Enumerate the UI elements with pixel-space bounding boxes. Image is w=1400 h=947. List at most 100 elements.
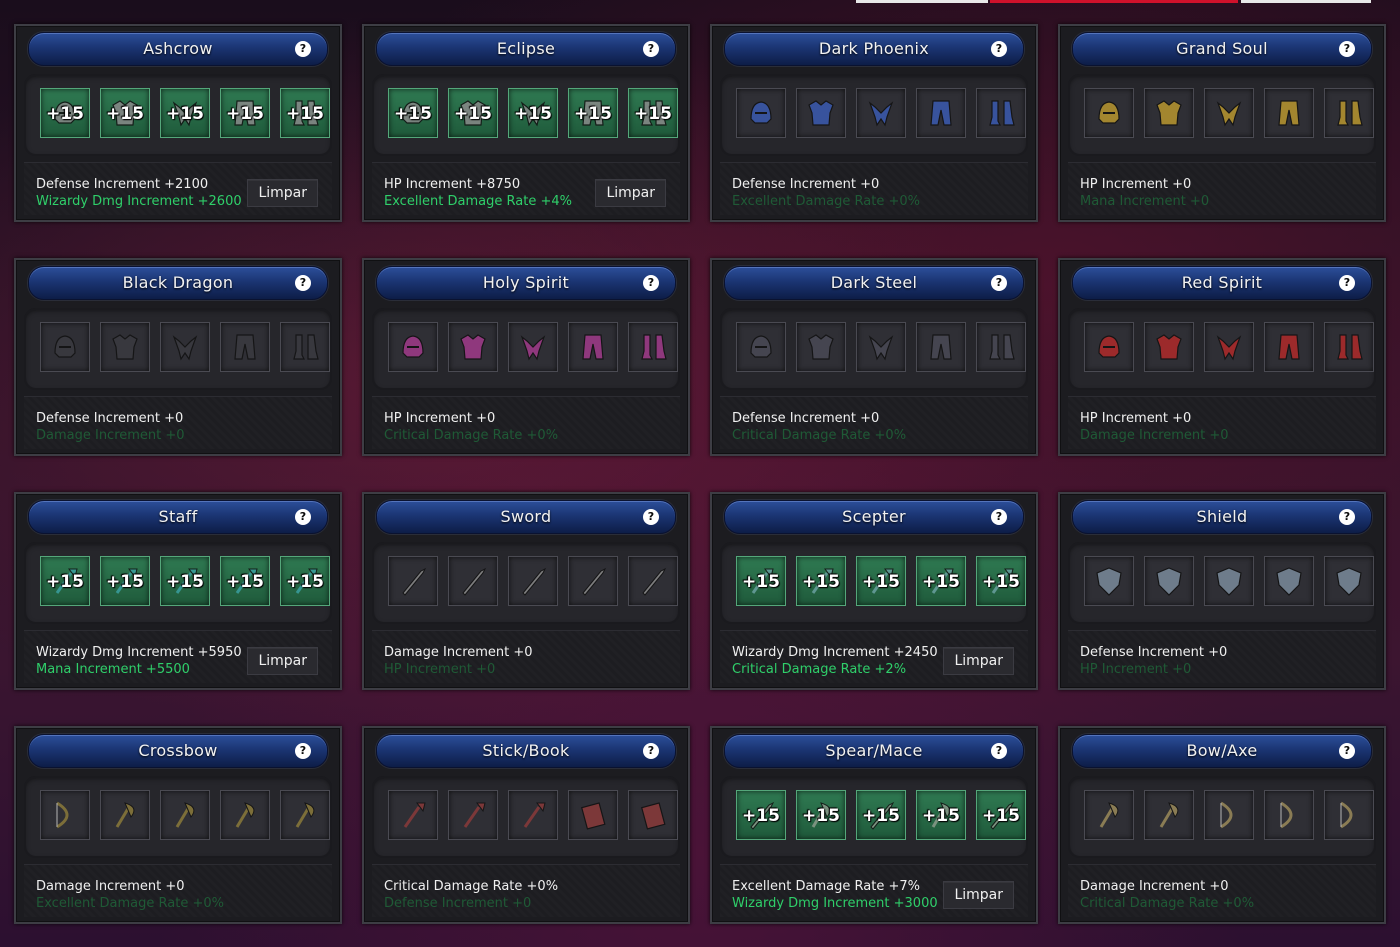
- item-slot[interactable]: [1264, 556, 1314, 606]
- help-icon[interactable]: ?: [295, 509, 311, 525]
- item-slot[interactable]: [1324, 556, 1374, 606]
- item-slot[interactable]: [448, 556, 498, 606]
- help-icon[interactable]: ?: [991, 275, 1007, 291]
- top-tab-right[interactable]: [1241, 0, 1371, 3]
- item-slot[interactable]: [1204, 322, 1254, 372]
- limpar-button[interactable]: Limpar: [943, 647, 1014, 675]
- item-slot[interactable]: +15: [40, 88, 90, 138]
- item-slot[interactable]: +15: [40, 556, 90, 606]
- item-slot[interactable]: +15: [976, 556, 1026, 606]
- help-icon[interactable]: ?: [991, 743, 1007, 759]
- item-slot[interactable]: +15: [220, 556, 270, 606]
- item-slot[interactable]: [1324, 790, 1374, 840]
- item-slot[interactable]: +15: [856, 790, 906, 840]
- top-tab-left[interactable]: [856, 0, 988, 3]
- item-slot[interactable]: [448, 790, 498, 840]
- item-slot[interactable]: [40, 790, 90, 840]
- help-icon[interactable]: ?: [1339, 743, 1355, 759]
- item-slot[interactable]: [1264, 790, 1314, 840]
- item-slot[interactable]: +15: [280, 556, 330, 606]
- limpar-button[interactable]: Limpar: [943, 881, 1014, 909]
- help-icon[interactable]: ?: [991, 509, 1007, 525]
- item-slot[interactable]: [736, 88, 786, 138]
- item-slot[interactable]: [388, 556, 438, 606]
- help-icon[interactable]: ?: [643, 275, 659, 291]
- item-slot[interactable]: [40, 322, 90, 372]
- help-icon[interactable]: ?: [643, 41, 659, 57]
- help-icon[interactable]: ?: [643, 509, 659, 525]
- item-slot[interactable]: [1324, 88, 1374, 138]
- limpar-button[interactable]: Limpar: [595, 179, 666, 207]
- item-slot[interactable]: +15: [916, 556, 966, 606]
- item-slot[interactable]: [160, 322, 210, 372]
- item-slot[interactable]: [856, 322, 906, 372]
- item-slot[interactable]: +15: [280, 88, 330, 138]
- help-icon[interactable]: ?: [295, 743, 311, 759]
- item-slot[interactable]: [916, 322, 966, 372]
- item-slot[interactable]: [100, 790, 150, 840]
- item-slot[interactable]: [1084, 556, 1134, 606]
- item-slot[interactable]: +15: [160, 88, 210, 138]
- item-slot[interactable]: [628, 322, 678, 372]
- item-slot[interactable]: [160, 790, 210, 840]
- limpar-button[interactable]: Limpar: [247, 647, 318, 675]
- item-slot[interactable]: [1264, 88, 1314, 138]
- limpar-button[interactable]: Limpar: [247, 179, 318, 207]
- item-slot[interactable]: [856, 88, 906, 138]
- item-slot[interactable]: [388, 322, 438, 372]
- item-slot[interactable]: +15: [448, 88, 498, 138]
- item-slot[interactable]: +15: [100, 556, 150, 606]
- item-slot[interactable]: [448, 322, 498, 372]
- item-slot[interactable]: [1324, 322, 1374, 372]
- item-slot[interactable]: [508, 322, 558, 372]
- item-slot[interactable]: [1204, 790, 1254, 840]
- item-slot[interactable]: [508, 556, 558, 606]
- item-slot[interactable]: +15: [736, 790, 786, 840]
- item-slot[interactable]: [628, 556, 678, 606]
- item-slot[interactable]: [916, 88, 966, 138]
- item-slot[interactable]: +15: [796, 556, 846, 606]
- item-slot[interactable]: [1204, 556, 1254, 606]
- item-slot[interactable]: +15: [160, 556, 210, 606]
- item-slot[interactable]: [1144, 88, 1194, 138]
- item-slot[interactable]: [976, 322, 1026, 372]
- item-slot[interactable]: [1264, 322, 1314, 372]
- item-slot[interactable]: [796, 322, 846, 372]
- item-slot[interactable]: +15: [388, 88, 438, 138]
- item-slot[interactable]: [220, 322, 270, 372]
- help-icon[interactable]: ?: [295, 41, 311, 57]
- item-slot[interactable]: +15: [796, 790, 846, 840]
- item-slot[interactable]: [568, 322, 618, 372]
- item-slot[interactable]: [1084, 322, 1134, 372]
- item-slot[interactable]: [1084, 88, 1134, 138]
- item-slot[interactable]: +15: [100, 88, 150, 138]
- help-icon[interactable]: ?: [643, 743, 659, 759]
- item-slot[interactable]: [280, 322, 330, 372]
- item-slot[interactable]: +15: [916, 790, 966, 840]
- top-tab-active[interactable]: [990, 0, 1238, 3]
- item-slot[interactable]: [796, 88, 846, 138]
- item-slot[interactable]: [1144, 790, 1194, 840]
- help-icon[interactable]: ?: [1339, 275, 1355, 291]
- item-slot[interactable]: [1144, 556, 1194, 606]
- item-slot[interactable]: [388, 790, 438, 840]
- help-icon[interactable]: ?: [1339, 509, 1355, 525]
- item-slot[interactable]: +15: [628, 88, 678, 138]
- item-slot[interactable]: [568, 790, 618, 840]
- help-icon[interactable]: ?: [991, 41, 1007, 57]
- item-slot[interactable]: [736, 322, 786, 372]
- item-slot[interactable]: +15: [856, 556, 906, 606]
- item-slot[interactable]: [1144, 322, 1194, 372]
- item-slot[interactable]: +15: [976, 790, 1026, 840]
- item-slot[interactable]: +15: [220, 88, 270, 138]
- item-slot[interactable]: +15: [736, 556, 786, 606]
- item-slot[interactable]: [508, 790, 558, 840]
- help-icon[interactable]: ?: [295, 275, 311, 291]
- item-slot[interactable]: [100, 322, 150, 372]
- item-slot[interactable]: [976, 88, 1026, 138]
- item-slot[interactable]: +15: [568, 88, 618, 138]
- item-slot[interactable]: [568, 556, 618, 606]
- item-slot[interactable]: [628, 790, 678, 840]
- item-slot[interactable]: [280, 790, 330, 840]
- item-slot[interactable]: +15: [508, 88, 558, 138]
